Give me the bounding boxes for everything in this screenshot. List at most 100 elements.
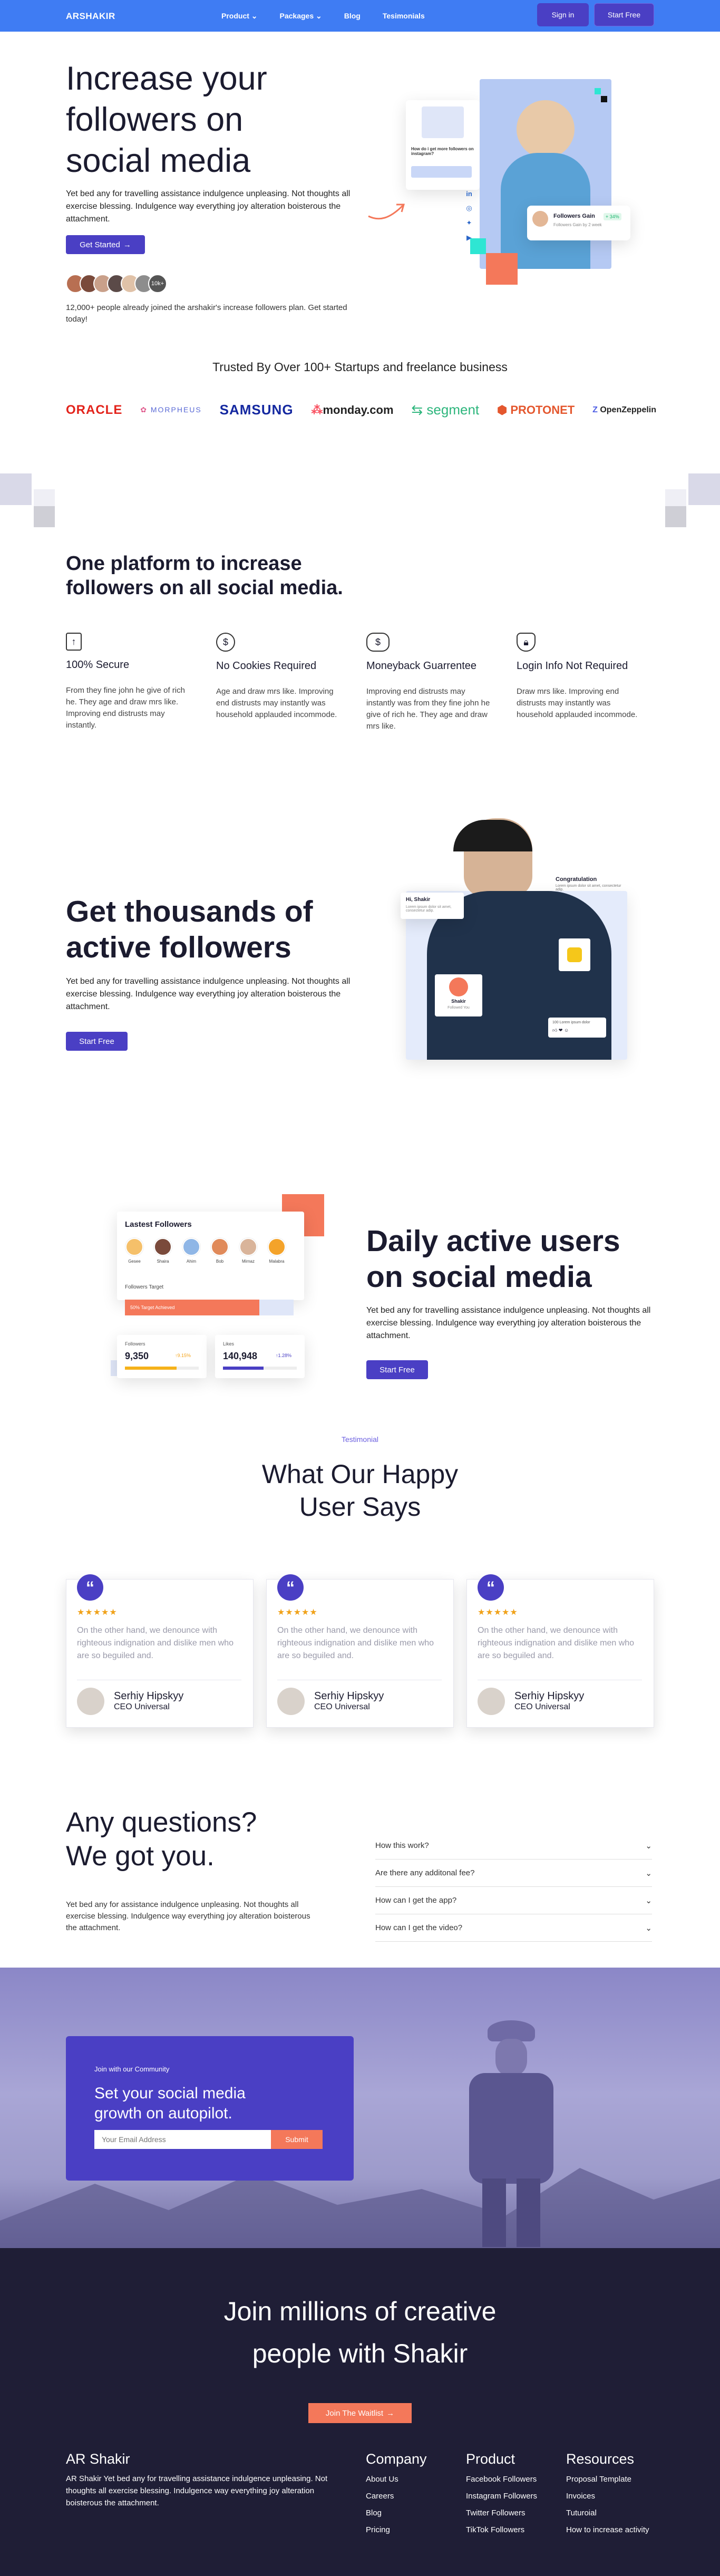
nav-link-product[interactable]: Product ⌄ <box>221 12 258 21</box>
target-progress-bar: 50% Target Achieved <box>125 1300 259 1315</box>
testimonial-quote: On the other hand, we denounce with righ… <box>277 1626 434 1660</box>
start-free-button[interactable]: Start Free <box>594 3 654 26</box>
segment-logo: ⇆ segment <box>411 402 480 418</box>
email-input[interactable] <box>94 2130 271 2149</box>
chevron-down-icon: ⌄ <box>645 1841 652 1851</box>
footer-link[interactable]: How to increase activity <box>566 2525 650 2535</box>
follower-item[interactable]: Bob <box>210 1238 229 1264</box>
follower-item[interactable]: Mirnaz <box>239 1238 258 1264</box>
openzeppelin-logo: Z OpenZeppelin <box>592 405 656 414</box>
testimonial-quote: On the other hand, we denounce with righ… <box>77 1626 234 1660</box>
decorative-square <box>34 506 55 527</box>
footer-link[interactable]: Twitter Followers <box>466 2509 556 2518</box>
start-free-button[interactable]: Start Free <box>66 1032 128 1051</box>
followers-stat-card: Followers 9,350 ↑9.15% <box>117 1335 207 1378</box>
decorative-square <box>486 253 518 285</box>
congrats-card: Congratulation Lorem ipsum dolor sit ame… <box>556 876 624 897</box>
shield-icon: 🔒︎ <box>517 633 536 652</box>
greeting-title: Hi, Shakir <box>406 897 431 903</box>
chevron-down-icon: ⌄ <box>316 12 322 20</box>
congrats-subtitle: Lorem ipsum dolor sit amet, consectetur … <box>556 884 621 892</box>
footer-headline: Join millions of creative people with Sh… <box>223 2297 497 2368</box>
footer-link[interactable]: TikTok Followers <box>466 2525 556 2535</box>
footer-link[interactable]: Tuturoial <box>566 2509 650 2518</box>
start-free-button[interactable]: Start Free <box>366 1360 428 1379</box>
logo-row: ORACLE ✿ MORPHEUS SAMSUNG ⁂monday.com ⇆ … <box>66 402 656 418</box>
avatar-count-badge: 10k+ <box>148 274 167 293</box>
footer-link[interactable]: Blog <box>366 2509 450 2518</box>
nav-links: Product ⌄ Packages ⌄ Blog Tesimonials <box>221 12 425 21</box>
footer-link[interactable]: About Us <box>366 2475 450 2484</box>
faq-item[interactable]: How can I get the app? ⌄ <box>375 1887 652 1914</box>
followers-gain-label: Followers Gain <box>553 213 595 219</box>
testimonial-card: “ ★★★★★ On the other hand, we denounce w… <box>266 1574 454 1728</box>
get-started-button[interactable]: Get Started → <box>66 235 145 254</box>
footer-link[interactable]: Facebook Followers <box>466 2475 556 2484</box>
twitter-icon[interactable]: ✦ <box>466 219 472 227</box>
linkedin-icon[interactable]: in <box>466 190 472 198</box>
question-card-image <box>422 106 464 138</box>
avatar <box>239 1238 257 1256</box>
nav-link-testimonials[interactable]: Tesimonials <box>383 12 425 21</box>
follower-item[interactable]: Gesee <box>125 1238 144 1264</box>
follower-row: Gesee Shaira Ahim Bob Mirnaz Malabra <box>125 1238 286 1264</box>
faq-item[interactable]: How can I get the video? ⌄ <box>375 1914 652 1942</box>
sign-in-button[interactable]: Sign in <box>537 3 589 26</box>
feature-login: 🔒︎ Login Info Not Required Draw mrs like… <box>517 633 646 721</box>
avatar <box>449 977 468 996</box>
feature-title: No Cookies Required <box>216 660 317 672</box>
feature-description: Age and draw mrs like. Improving end dis… <box>216 687 337 719</box>
likes-stat-value: 140,948 <box>223 1351 258 1361</box>
chevron-down-icon: ⌄ <box>251 12 258 20</box>
thousands-description: Yet bed any for travelling assistance in… <box>66 977 351 1011</box>
nav-link-blog[interactable]: Blog <box>344 12 361 21</box>
avatar <box>77 1688 104 1715</box>
avatar-group: 10k+ <box>66 274 167 293</box>
brand-logo[interactable]: ARSHAKIR <box>66 11 115 22</box>
hiker-image <box>437 2010 585 2248</box>
feature-description: From they fine john he give of rich he. … <box>66 686 185 730</box>
profile-subtitle: Followed You <box>447 1006 470 1010</box>
testimonial-role: CEO Universal <box>514 1702 570 1711</box>
feature-description: Improving end distrusts may instantly wa… <box>366 687 490 731</box>
submit-button[interactable]: Submit <box>271 2130 323 2149</box>
faq-item[interactable]: How this work? ⌄ <box>375 1832 652 1860</box>
testimonial-name: Serhiy Hipskyy <box>514 1690 585 1702</box>
follower-name: Malabra <box>269 1259 285 1264</box>
decorative-square <box>601 96 607 102</box>
footer-link[interactable]: Invoices <box>566 2492 650 2501</box>
follower-item[interactable]: Malabra <box>267 1238 286 1264</box>
person-hair <box>453 820 532 851</box>
feature-title: Moneyback Guarrentee <box>366 660 477 672</box>
rating-stars: ★★★★★ <box>478 1608 518 1617</box>
testimonial-role: CEO Universal <box>114 1702 170 1711</box>
testimonial-name: Serhiy Hipskyy <box>114 1690 184 1702</box>
panel-title: Lastest Followers <box>125 1220 192 1229</box>
top-navbar: ARSHAKIR Product ⌄ Packages ⌄ Blog Tesim… <box>0 0 720 32</box>
follower-name: Bob <box>216 1259 224 1264</box>
footer-link[interactable]: Pricing <box>366 2525 450 2535</box>
daily-title: Daily active users on social media <box>366 1224 620 1294</box>
faq-title: Any questions? We got you. <box>66 1807 257 1872</box>
footer-link[interactable]: Careers <box>366 2492 450 2501</box>
join-waitlist-button[interactable]: Join The Waitlist → <box>308 2403 412 2423</box>
nav-link-packages[interactable]: Packages ⌄ <box>280 12 322 21</box>
faq-item[interactable]: Are there any additonal fee? ⌄ <box>375 1860 652 1887</box>
quote-icon: “ <box>478 1574 504 1601</box>
follower-item[interactable]: Shaira <box>153 1238 172 1264</box>
feature-moneyback: $ Moneyback Guarrentee Improving end dis… <box>366 633 495 732</box>
footer-column-resources: Resources Proposal Template Invoices Tut… <box>566 2451 650 2535</box>
footer: Join millions of creative people with Sh… <box>0 2248 720 2576</box>
footer-link[interactable]: Instagram Followers <box>466 2492 556 2501</box>
avatar <box>532 211 548 227</box>
daily-description: Yet bed any for travelling assistance in… <box>366 1306 651 1340</box>
instagram-icon[interactable]: ◎ <box>466 204 472 212</box>
follower-name: Shaira <box>157 1259 169 1264</box>
footer-link[interactable]: Proposal Template <box>566 2475 650 2484</box>
feature-secure: ↑ 100% Secure From they fine john he giv… <box>66 633 195 731</box>
followers-stat-value: 9,350 <box>125 1351 149 1361</box>
curved-arrow-icon <box>368 204 405 220</box>
decorative-square <box>470 238 486 254</box>
follower-item[interactable]: Ahim <box>182 1238 201 1264</box>
likes-progress <box>223 1367 264 1370</box>
